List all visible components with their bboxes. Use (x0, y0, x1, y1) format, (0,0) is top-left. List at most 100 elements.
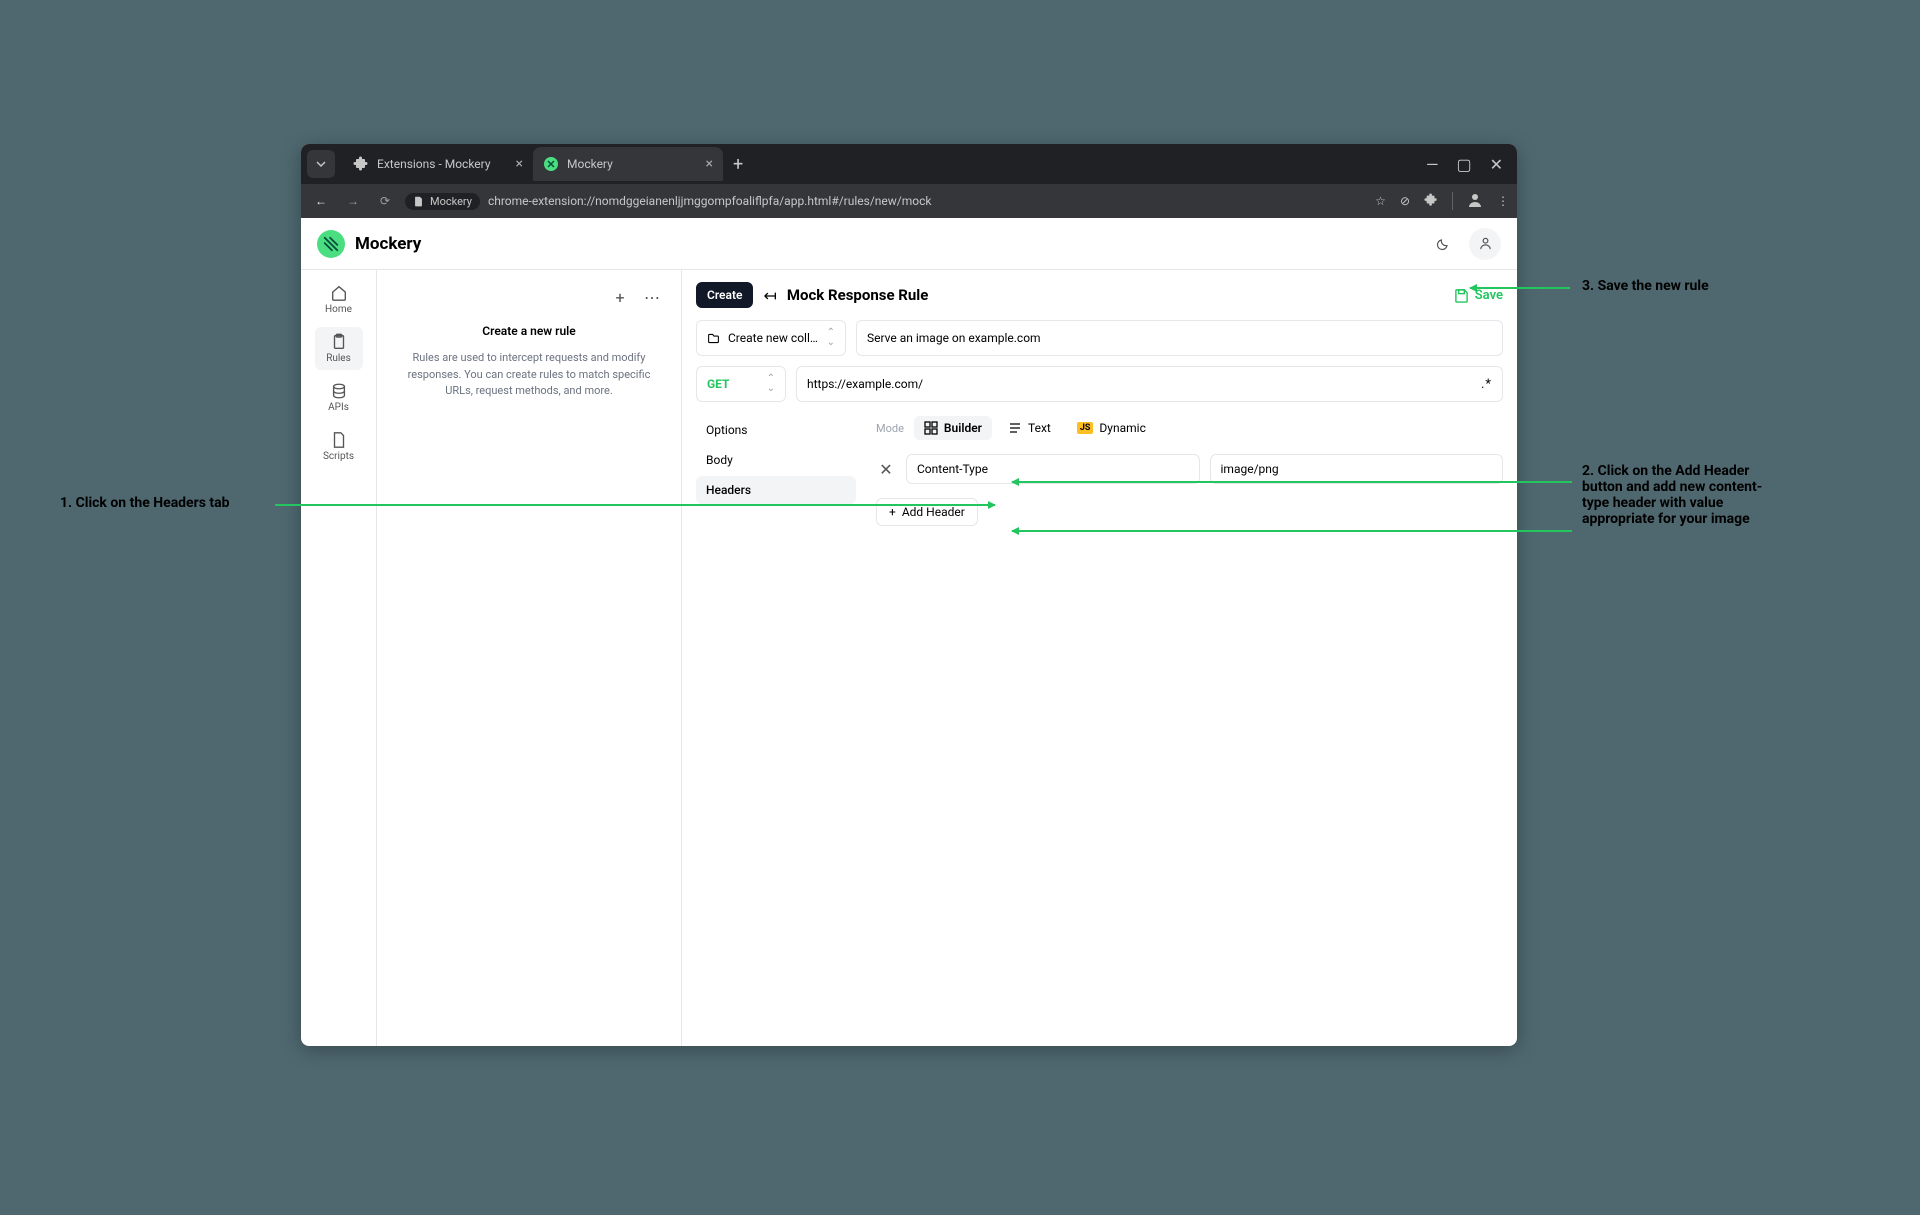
create-label: Create (707, 288, 742, 302)
browser-tab-extensions[interactable]: Extensions - Mockery × (343, 147, 533, 181)
headers-pane: Mode Builder Text JS (876, 416, 1503, 526)
back-icon[interactable]: ← (309, 194, 333, 208)
close-icon[interactable]: × (516, 156, 523, 172)
mode-label: Mode (876, 422, 904, 435)
panel-description: Rules are used to intercept requests and… (387, 350, 671, 400)
nav-label: Rules (326, 353, 351, 364)
nav-label: APIs (328, 402, 349, 413)
subtab-label: Options (706, 423, 748, 437)
main-pane: Create ↤ Mock Response Rule Save Create … (682, 270, 1517, 1046)
delete-header-button[interactable]: ✕ (876, 460, 896, 479)
plus-icon: + (889, 505, 896, 519)
document-icon (413, 196, 424, 207)
nav-scripts[interactable]: Scripts (315, 425, 363, 468)
url-value: https://example.com/ (807, 377, 923, 391)
back-icon[interactable]: ↤ (763, 286, 776, 305)
main-header: Create ↤ Mock Response Rule Save (696, 282, 1503, 308)
close-window-icon[interactable]: ✕ (1490, 155, 1503, 174)
account-button[interactable] (1469, 228, 1501, 260)
annotation-3-line (1470, 287, 1570, 289)
text-icon (1008, 421, 1022, 435)
folder-icon (707, 332, 720, 345)
add-header-button[interactable]: + Add Header (876, 498, 978, 526)
subtab-body[interactable]: Body (696, 446, 856, 474)
panel-title: Create a new rule (387, 324, 671, 338)
puzzle-icon (353, 156, 369, 172)
extensions-icon[interactable] (1424, 193, 1438, 210)
save-icon (1454, 288, 1469, 303)
js-icon: JS (1077, 422, 1094, 434)
mode-label: Builder (944, 421, 982, 435)
method-value: GET (707, 377, 729, 391)
save-label: Save (1475, 288, 1503, 303)
nav-label: Home (325, 304, 352, 315)
subtab-label: Body (706, 453, 733, 467)
subtab-options[interactable]: Options (696, 416, 856, 444)
annotation-2-line-b (1012, 530, 1572, 532)
header-key-value: Content-Type (917, 462, 988, 476)
mode-dynamic[interactable]: JS Dynamic (1067, 416, 1156, 440)
home-icon (330, 284, 348, 302)
browser-tab-mockery[interactable]: Mockery × (533, 147, 723, 181)
subtabs: Options Body Headers (696, 416, 856, 526)
header-key-input[interactable]: Content-Type (906, 454, 1200, 484)
more-button[interactable]: ⋯ (639, 284, 665, 310)
minimize-icon[interactable]: — (1426, 155, 1439, 174)
header-row: ✕ Content-Type image/png (876, 454, 1503, 484)
close-icon[interactable]: × (706, 156, 713, 172)
nav-home[interactable]: Home (315, 278, 363, 321)
collection-label: Create new coll… (728, 331, 818, 345)
browser-window: Extensions - Mockery × Mockery × + — ▢ ✕… (301, 144, 1517, 1046)
app-brand: Mockery (355, 234, 421, 254)
mode-label: Text (1028, 421, 1051, 435)
page-title: Mock Response Rule (787, 286, 929, 304)
maximize-icon[interactable]: ▢ (1456, 155, 1471, 174)
rules-panel: + ⋯ Create a new rule Rules are used to … (377, 270, 682, 1046)
annotation-2-line (1012, 481, 1572, 483)
tab-title: Mockery (567, 157, 613, 171)
app-logo-icon (317, 230, 345, 258)
new-tab-button[interactable]: + (723, 154, 753, 175)
blocker-icon[interactable]: ⊘ (1400, 194, 1410, 208)
nav-rules[interactable]: Rules (315, 327, 363, 370)
annotation-1: 1. Click on the Headers tab (60, 495, 230, 511)
theme-toggle-button[interactable] (1427, 228, 1459, 260)
forward-icon[interactable]: → (341, 194, 365, 208)
nav-apis[interactable]: APIs (315, 376, 363, 419)
kebab-icon[interactable]: ⋮ (1497, 194, 1509, 208)
header-value-input[interactable]: image/png (1210, 454, 1504, 484)
method-select[interactable]: GET ⌃⌄ (696, 366, 786, 402)
window-controls: — ▢ ✕ (1426, 155, 1511, 174)
subtab-label: Headers (706, 483, 751, 497)
reload-icon[interactable]: ⟳ (373, 194, 397, 208)
subtab-headers[interactable]: Headers (696, 476, 856, 504)
rule-name-input[interactable]: Serve an image on example.com (856, 320, 1503, 356)
header-value-value: image/png (1221, 462, 1279, 476)
save-button[interactable]: Save (1454, 288, 1503, 303)
browser-tabs: Extensions - Mockery × Mockery × + (343, 144, 753, 184)
url-input[interactable]: https://example.com/ .* (796, 366, 1503, 402)
collection-select[interactable]: Create new coll… ⌃⌄ (696, 320, 846, 356)
site-chip[interactable]: Mockery (405, 193, 480, 210)
nav-rail: Home Rules APIs Scripts (301, 270, 377, 1046)
mockery-favicon-icon (543, 156, 559, 172)
mode-builder[interactable]: Builder (914, 416, 992, 440)
star-icon[interactable]: ☆ (1375, 194, 1386, 208)
mode-text[interactable]: Text (998, 416, 1061, 440)
window-menu-button[interactable] (307, 150, 335, 178)
add-rule-button[interactable]: + (607, 284, 633, 310)
annotation-2: 2. Click on the Add Header button and ad… (1582, 463, 1782, 527)
profile-icon[interactable] (1467, 192, 1483, 211)
wildcard-badge: .* (1481, 377, 1492, 392)
mode-label: Dynamic (1099, 421, 1145, 435)
file-icon (330, 431, 348, 449)
database-icon (330, 382, 348, 400)
nav-label: Scripts (323, 451, 354, 462)
url-text[interactable]: chrome-extension://nomdggeianenljjmggomp… (488, 194, 1367, 208)
separator (1452, 192, 1453, 210)
annotation-1-line (275, 504, 995, 506)
create-button[interactable]: Create (696, 282, 753, 308)
site-chip-label: Mockery (430, 195, 472, 208)
add-header-label: Add Header (902, 505, 965, 519)
app-header: Mockery (301, 218, 1517, 270)
